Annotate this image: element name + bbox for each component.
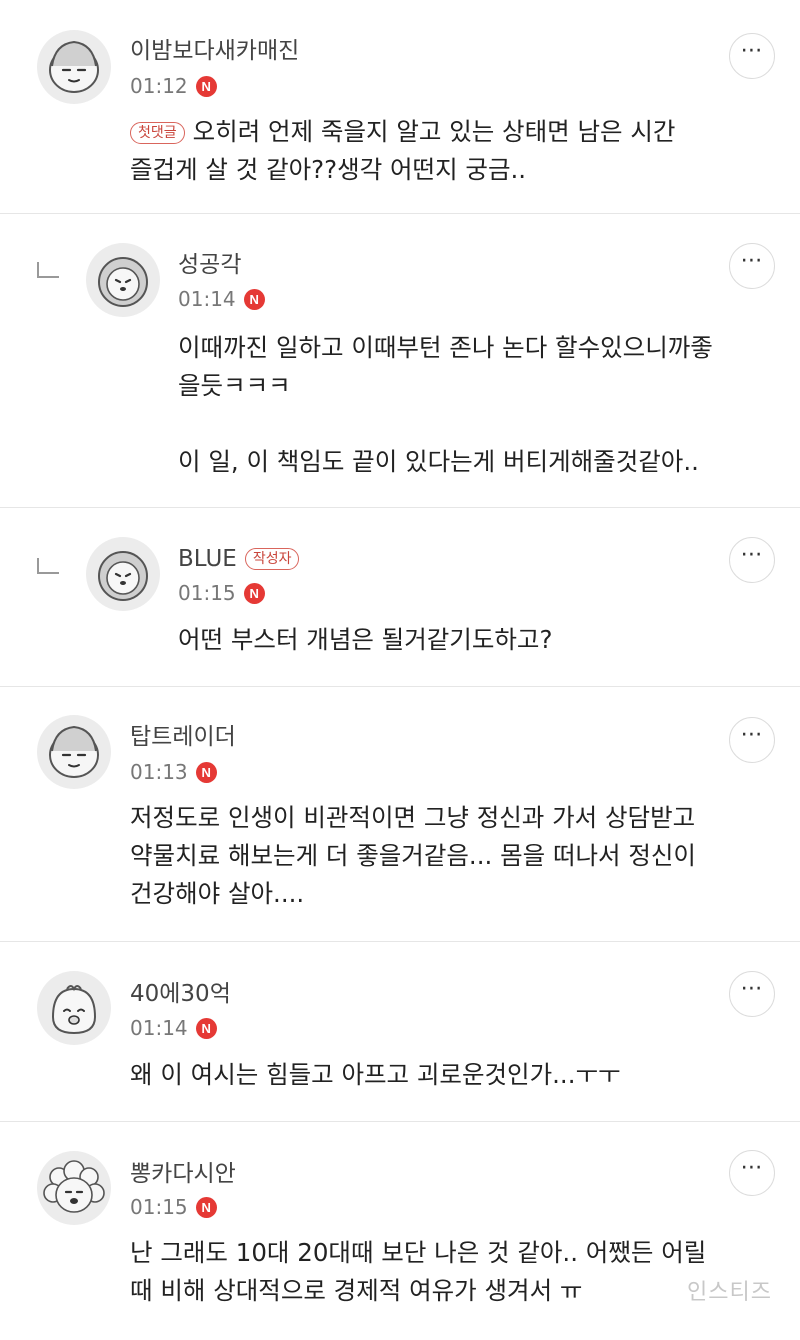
comment-text: 왜 이 여시는 힘들고 아프고 괴로운것인가...ㅜㅜ <box>130 1056 621 1094</box>
more-options-button[interactable]: ⋯ <box>729 717 775 763</box>
comment-author[interactable]: 성공각 <box>178 250 241 280</box>
more-icon: ⋯ <box>740 38 764 63</box>
new-badge-icon: N <box>243 582 265 604</box>
avatar[interactable] <box>37 715 111 789</box>
new-badge-icon: N <box>195 75 217 97</box>
comment-text-line <box>178 405 713 443</box>
comment-text: 첫댓글 오히려 언제 죽을지 알고 있는 상태면 남은 시간 즐겁게 살 것 같아… <box>130 113 675 189</box>
comment-time: 01:12 <box>130 74 188 98</box>
comment-author[interactable]: 40에30억 <box>130 979 231 1009</box>
comment-text-line: 난 그래도 10대 20대때 보단 나은 것 같아.. 어쨌든 어릴 <box>130 1238 707 1267</box>
avatar[interactable] <box>37 1151 111 1225</box>
more-options-button[interactable]: ⋯ <box>729 243 775 289</box>
more-options-button[interactable]: ⋯ <box>729 971 775 1017</box>
character-avatar-icon <box>51 985 97 1035</box>
comment-time: 01:14 <box>130 1016 188 1040</box>
more-icon: ⋯ <box>740 976 764 1001</box>
more-icon: ⋯ <box>740 542 764 567</box>
new-badge-icon: N <box>195 761 217 783</box>
avatar[interactable] <box>37 30 111 104</box>
comment-meta: 01:15 N <box>178 578 265 608</box>
comment-text-line: 첫댓글 오히려 언제 죽을지 알고 있는 상태면 남은 시간 <box>130 113 675 151</box>
comment-meta: 01:14 N <box>178 284 265 314</box>
animal-avatar-icon <box>49 40 99 93</box>
reply-indicator-icon <box>37 262 59 278</box>
comment-text-line: 을듯ㅋㅋㅋ <box>178 371 291 400</box>
comment-text-line: 저정도로 인생이 비관적이면 그냥 정신과 가서 상담받고 <box>130 803 696 832</box>
comment-time: 01:15 <box>178 581 236 605</box>
comment-time: 01:15 <box>130 1195 188 1219</box>
more-options-button[interactable]: ⋯ <box>729 1150 775 1196</box>
avatar[interactable] <box>86 243 160 317</box>
comment-author[interactable]: 탑트레이더 <box>130 722 236 752</box>
animal-avatar-icon <box>49 725 99 778</box>
comment-item: 40에30억 01:14 N ⋯ 왜 이 여시는 힘들고 아프고 괴로운것인가.… <box>0 942 800 1122</box>
poodle-avatar-icon <box>43 1160 105 1213</box>
reply-item: 성공각 01:14 N ⋯ 이때까진 일하고 이때부턴 존나 논다 할수있으니까… <box>0 214 800 508</box>
comment-time: 01:14 <box>178 287 236 311</box>
comment-text: 저정도로 인생이 비관적이면 그냥 정신과 가서 상담받고 약물치료 해보는게 … <box>130 799 696 913</box>
new-badge-icon: N <box>195 1017 217 1039</box>
comment-meta: 01:14 N <box>130 1013 217 1043</box>
comment-author[interactable]: 이밤보다새카매진 <box>130 36 299 66</box>
comment-text-line: 때 비해 상대적으로 경제적 여유가 생겨서 ㅠ <box>130 1276 583 1305</box>
more-icon: ⋯ <box>740 248 764 273</box>
new-badge-icon: N <box>243 288 265 310</box>
first-comment-badge: 첫댓글 <box>130 122 185 144</box>
comment-text-line: 건강해야 살아.... <box>130 879 305 908</box>
site-watermark: 인스티즈 <box>687 1280 772 1305</box>
comment-meta: 01:12 N <box>130 71 217 101</box>
comment-item: 이밤보다새카매진 01:12 N ⋯ 첫댓글 오히려 언제 죽을지 알고 있는 상… <box>0 0 800 214</box>
comment-text: 난 그래도 10대 20대때 보단 나은 것 같아.. 어쨌든 어릴 때 비해 … <box>130 1234 706 1310</box>
lion-avatar-icon <box>98 257 148 307</box>
comment-text: 어떤 부스터 개념은 될거같기도하고? <box>178 621 552 659</box>
comment-text-line: 어떤 부스터 개념은 될거같기도하고? <box>178 625 553 654</box>
writer-badge: 작성자 <box>244 548 300 570</box>
reply-item: BLUE 작성자 01:15 N ⋯ 어떤 부스터 개념은 될거같기도하고? <box>0 508 800 687</box>
comment-text-line: 이때까진 일하고 이때부턴 존나 논다 할수있으니까좋 <box>178 333 713 362</box>
comment-text: 이때까진 일하고 이때부턴 존나 논다 할수있으니까좋 을듯ㅋㅋㅋ 이 일, 이… <box>178 329 713 481</box>
more-icon: ⋯ <box>740 722 764 747</box>
comment-time: 01:13 <box>130 760 188 784</box>
comment-meta: 01:15 N <box>130 1192 217 1222</box>
comment-text-line: 약물치료 해보는게 더 좋을거같음... 몸을 떠나서 정신이 <box>130 841 696 870</box>
avatar[interactable] <box>37 971 111 1045</box>
avatar[interactable] <box>86 537 160 611</box>
comment-item: 뽕카다시안 01:15 N ⋯ 난 그래도 10대 20대때 보단 나은 것 같… <box>0 1122 800 1340</box>
more-options-button[interactable]: ⋯ <box>729 537 775 583</box>
comment-text-line: 즐겁게 살 것 같아??생각 어떤지 궁금.. <box>130 155 527 184</box>
more-options-button[interactable]: ⋯ <box>729 33 775 79</box>
more-icon: ⋯ <box>740 1155 764 1180</box>
reply-indicator-icon <box>37 558 59 574</box>
new-badge-icon: N <box>195 1196 217 1218</box>
comment-meta: 01:13 N <box>130 757 217 787</box>
comment-author[interactable]: 뽕카다시안 <box>130 1159 236 1189</box>
comment-author[interactable]: BLUE 작성자 <box>178 544 300 574</box>
comment-text-line: 왜 이 여시는 힘들고 아프고 괴로운것인가...ㅜㅜ <box>130 1060 621 1089</box>
comment-text-line: 이 일, 이 책임도 끝이 있다는게 버티게해줄것같아.. <box>178 447 699 476</box>
comment-item: 탑트레이더 01:13 N ⋯ 저정도로 인생이 비관적이면 그냥 정신과 가서… <box>0 687 800 942</box>
lion-avatar-icon <box>98 551 148 601</box>
